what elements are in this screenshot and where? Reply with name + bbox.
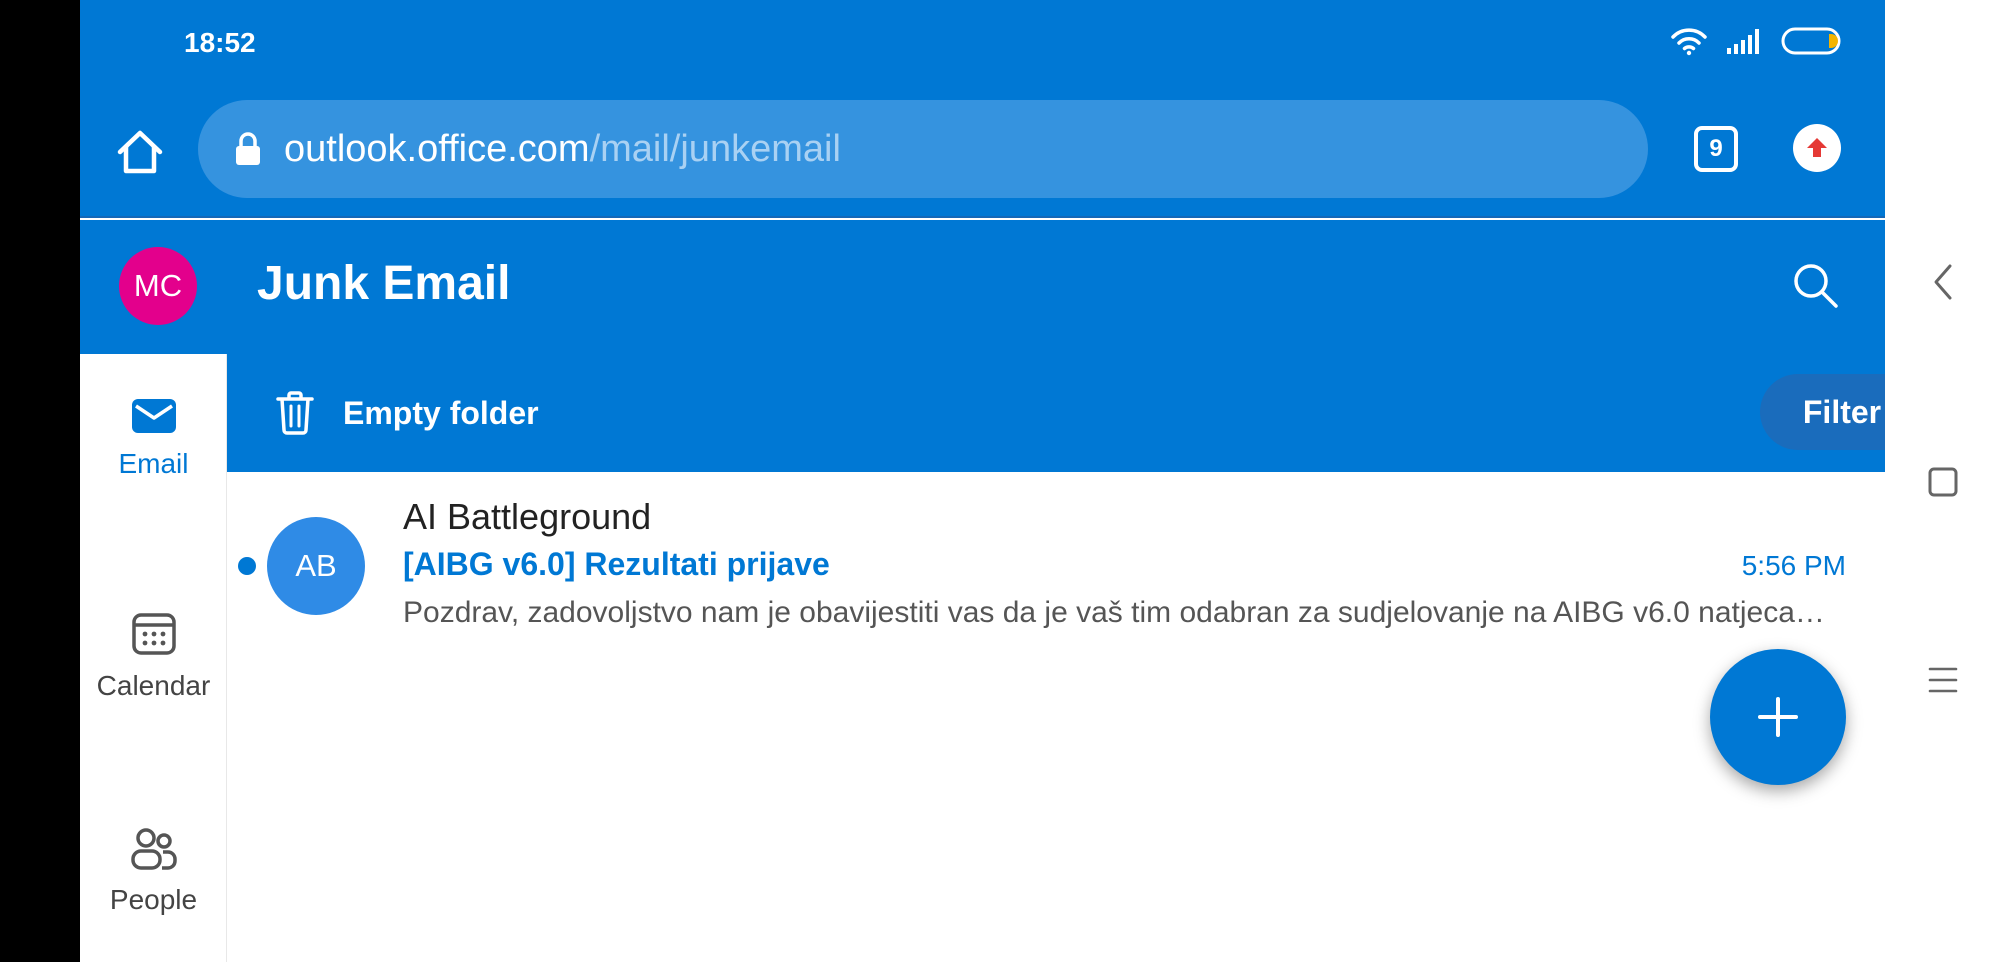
status-bar: 18:52 bbox=[80, 0, 1885, 88]
plus-icon bbox=[1758, 697, 1798, 737]
address-bar[interactable]: outlook.office.com/mail/junkemail bbox=[198, 100, 1648, 198]
back-icon bbox=[1934, 264, 1951, 300]
rail-item-people[interactable]: People bbox=[80, 826, 227, 916]
rail-item-label: Calendar bbox=[96, 670, 211, 701]
browser-toolbar: outlook.office.com/mail/junkemail 9 bbox=[80, 88, 1885, 218]
menu-icon bbox=[1928, 667, 1957, 693]
trash-icon bbox=[276, 391, 314, 435]
command-bar: Empty folder Filter bbox=[227, 354, 1885, 472]
screen-bezel-left bbox=[0, 0, 80, 962]
search-icon[interactable] bbox=[1788, 258, 1844, 314]
message-subject: [AIBG v6.0] Rezultati prijave bbox=[403, 546, 830, 582]
status-icons bbox=[1669, 26, 1843, 56]
message-sender: AI Battleground bbox=[403, 496, 652, 537]
tab-switcher-button[interactable]: 9 bbox=[1694, 126, 1738, 172]
square-icon bbox=[1928, 467, 1957, 497]
module-rail: Email Calendar People bbox=[80, 354, 227, 962]
sender-initials: AB bbox=[295, 548, 337, 583]
rail-item-calendar[interactable]: Calendar bbox=[80, 610, 227, 702]
filter-button[interactable]: Filter bbox=[1760, 374, 1885, 450]
nav-back-button[interactable] bbox=[1885, 262, 2000, 302]
folder-title: Junk Email bbox=[257, 257, 511, 310]
url-path: /mail/junkemail bbox=[589, 127, 841, 170]
empty-folder-button[interactable]: Empty folder bbox=[275, 390, 539, 436]
system-navigation-bar bbox=[1885, 0, 2000, 962]
message-list: AB AI Battleground [AIBG v6.0] Rezultati… bbox=[227, 472, 1885, 962]
message-item[interactable]: AB AI Battleground [AIBG v6.0] Rezultati… bbox=[227, 472, 1885, 642]
phone-screen: 18:52 outlook.office.com /mail/junkemail… bbox=[80, 0, 1885, 962]
unread-indicator bbox=[238, 557, 256, 575]
filter-label: Filter bbox=[1802, 393, 1882, 430]
rail-item-email[interactable]: Email bbox=[80, 396, 227, 480]
empty-folder-label: Empty folder bbox=[343, 394, 539, 431]
lock-icon bbox=[236, 132, 260, 165]
sender-avatar: AB bbox=[267, 517, 365, 615]
message-preview: Pozdrav, zadovoljstvo nam je obavijestit… bbox=[403, 596, 1833, 629]
status-time: 18:52 bbox=[184, 27, 256, 58]
envelope-icon bbox=[131, 399, 176, 433]
app-header: MC Junk Email bbox=[80, 220, 1885, 354]
battery-icon bbox=[1781, 27, 1841, 55]
nav-home-button[interactable] bbox=[1885, 466, 2000, 498]
people-icon bbox=[130, 828, 177, 870]
new-message-button[interactable] bbox=[1710, 649, 1846, 785]
wifi-icon bbox=[1671, 28, 1707, 56]
home-icon[interactable] bbox=[114, 126, 166, 178]
signal-icon bbox=[1727, 29, 1759, 54]
account-avatar[interactable]: MC bbox=[119, 247, 197, 325]
browser-update-button[interactable] bbox=[1793, 124, 1841, 172]
url-host: outlook.office.com bbox=[284, 127, 590, 170]
rail-item-label: Email bbox=[118, 448, 189, 479]
message-time: 5:56 PM bbox=[1741, 550, 1846, 581]
account-initials: MC bbox=[133, 268, 183, 303]
nav-recents-button[interactable] bbox=[1885, 664, 2000, 696]
rail-item-label: People bbox=[109, 884, 198, 915]
tab-count: 9 bbox=[1709, 135, 1723, 162]
arrow-up-icon bbox=[1807, 138, 1827, 157]
calendar-icon bbox=[131, 613, 176, 655]
